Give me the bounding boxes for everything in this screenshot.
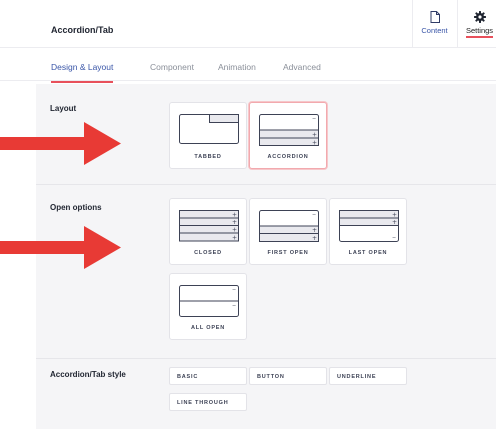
layout-label: Layout xyxy=(50,104,77,113)
style-option-line-through[interactable]: LINE THROUGH xyxy=(169,393,247,411)
svg-text:+: + xyxy=(312,235,317,242)
svg-text:+: + xyxy=(392,212,397,219)
document-icon xyxy=(430,11,440,23)
svg-text:−: − xyxy=(232,303,236,309)
svg-text:+: + xyxy=(312,227,317,234)
tab-design-layout[interactable]: Design & Layout xyxy=(51,62,114,83)
first-open-accordion-icon: − + + xyxy=(259,210,319,242)
svg-text:+: + xyxy=(232,235,237,242)
tabbed-layout-icon xyxy=(179,114,239,144)
style-option-button[interactable]: BUTTON xyxy=(249,367,327,385)
svg-text:+: + xyxy=(312,132,317,139)
open-options-label: Open options xyxy=(50,203,102,212)
open-option-label: CLOSED xyxy=(194,250,222,256)
style-label: Accordion/Tab style xyxy=(50,370,126,379)
open-option-last-open[interactable]: + + − LAST OPEN xyxy=(329,198,407,265)
settings-button[interactable]: Settings xyxy=(457,0,496,48)
gear-icon xyxy=(473,11,486,23)
settings-tabs: Design & Layout Component Animation Adva… xyxy=(0,48,496,83)
tab-advanced[interactable]: Advanced xyxy=(283,62,321,81)
open-options-section: Open options + + + + CLOSED − + + FIRST … xyxy=(36,185,496,359)
arrow-annotation-open-options xyxy=(0,226,121,269)
svg-text:+: + xyxy=(232,227,237,234)
layout-option-accordion[interactable]: − + + ACCORDION xyxy=(249,102,327,169)
svg-text:−: − xyxy=(392,235,396,241)
open-option-all-open[interactable]: − − ALL OPEN xyxy=(169,273,247,340)
panel-header: Accordion/Tab Content Settings xyxy=(0,0,496,48)
style-section: Accordion/Tab style BASIC BUTTON UNDERLI… xyxy=(36,359,496,429)
all-open-accordion-icon: − − xyxy=(179,285,239,317)
layout-option-label: TABBED xyxy=(194,154,222,160)
arrow-annotation-layout xyxy=(0,122,121,165)
style-option-underline[interactable]: UNDERLINE xyxy=(329,367,407,385)
closed-accordion-icon: + + + + xyxy=(179,210,239,242)
svg-text:+: + xyxy=(232,212,237,219)
svg-text:−: − xyxy=(312,116,316,122)
open-option-label: FIRST OPEN xyxy=(267,250,309,256)
last-open-accordion-icon: + + − xyxy=(339,210,399,242)
accordion-layout-icon: − + + xyxy=(259,114,319,146)
style-option-basic[interactable]: BASIC xyxy=(169,367,247,385)
open-option-label: LAST OPEN xyxy=(348,250,388,256)
svg-text:+: + xyxy=(392,219,397,226)
tab-animation[interactable]: Animation xyxy=(218,62,256,81)
svg-text:−: − xyxy=(312,212,316,218)
open-option-first-open[interactable]: − + + FIRST OPEN xyxy=(249,198,327,265)
content-button[interactable]: Content xyxy=(412,0,456,48)
svg-text:+: + xyxy=(232,219,237,226)
tab-component[interactable]: Component xyxy=(150,62,194,81)
open-option-closed[interactable]: + + + + CLOSED xyxy=(169,198,247,265)
open-option-label: ALL OPEN xyxy=(190,325,226,331)
svg-text:+: + xyxy=(312,140,317,147)
settings-button-label: Settings xyxy=(465,26,494,38)
content-button-label: Content xyxy=(421,26,448,35)
layout-option-tabbed[interactable]: TABBED xyxy=(169,102,247,169)
layout-option-label: ACCORDION xyxy=(267,154,309,160)
svg-text:−: − xyxy=(232,287,236,293)
panel-title: Accordion/Tab xyxy=(51,25,114,35)
